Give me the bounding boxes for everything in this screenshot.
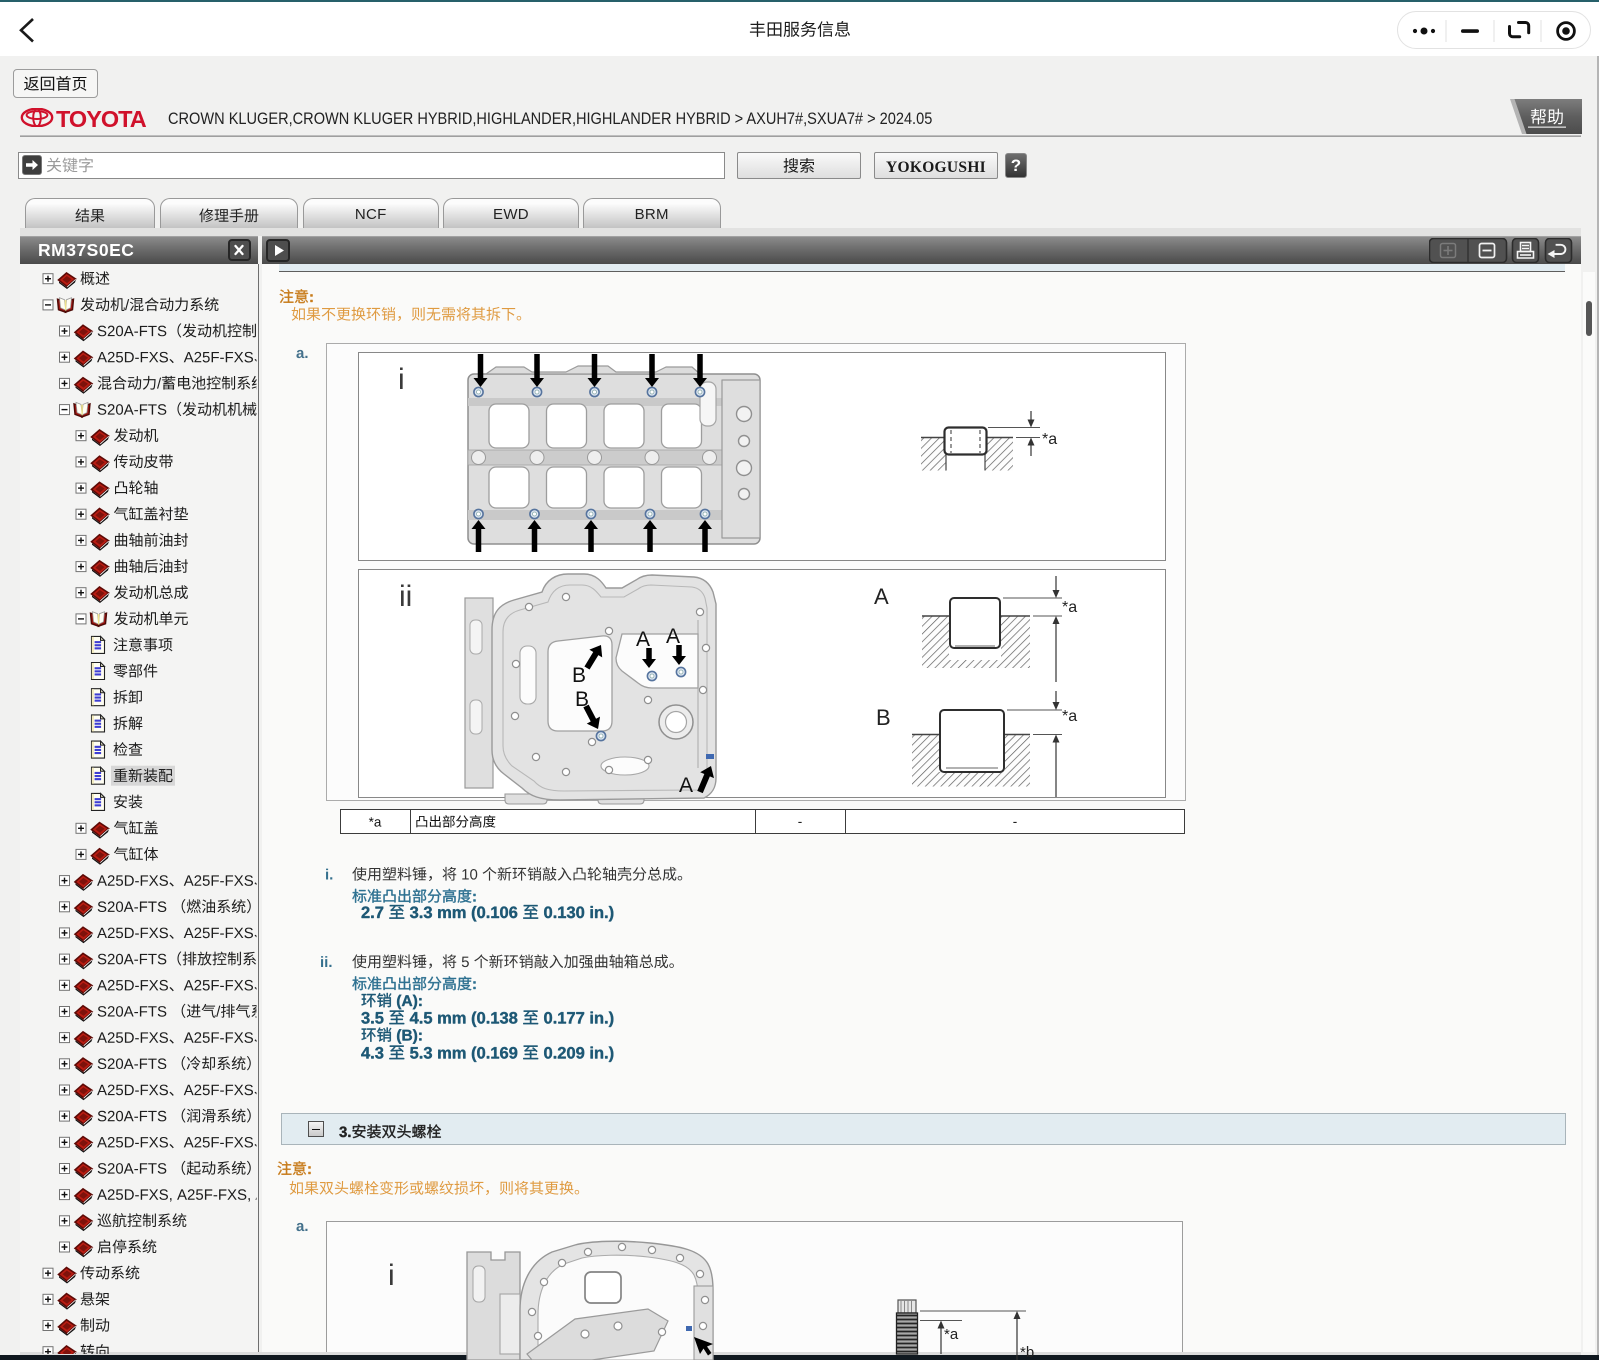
svg-text:*b: *b: [1020, 1344, 1034, 1360]
svg-text:i: i: [388, 1259, 395, 1292]
svg-text:A: A: [874, 584, 889, 609]
svg-text:A: A: [636, 628, 650, 651]
svg-text:B: B: [575, 688, 589, 711]
svg-text:i: i: [398, 363, 405, 396]
svg-text:A: A: [679, 774, 693, 797]
svg-text:B: B: [572, 664, 586, 687]
svg-text:A: A: [666, 625, 680, 648]
svg-text:B: B: [876, 705, 891, 730]
svg-text:*a: *a: [1062, 708, 1077, 725]
svg-text:*a: *a: [944, 1326, 959, 1343]
svg-text:*a: *a: [1062, 599, 1077, 616]
svg-text:ii: ii: [399, 580, 412, 613]
svg-text:*a: *a: [1042, 431, 1057, 448]
